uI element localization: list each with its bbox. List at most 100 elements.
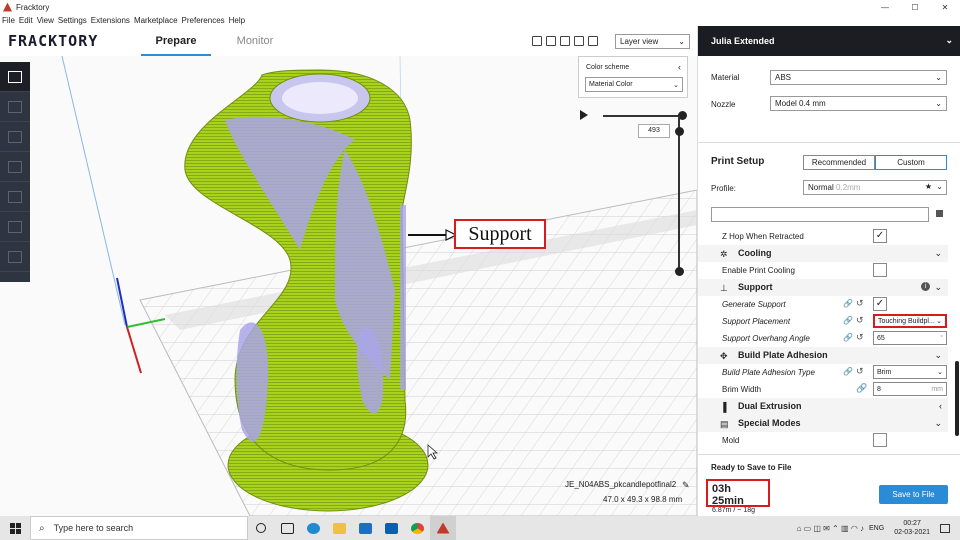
category-adhesion[interactable]: ✥ Build Plate Adhesion ⌄ — [698, 347, 948, 364]
tray-icons[interactable]: ⌂ ▭ ◫ ✉ ⌃ ▥ ◠ ♪ — [797, 524, 864, 533]
open-file-tool[interactable] — [0, 62, 30, 92]
title-bar: Fracktory — ☐ ✕ — [0, 0, 960, 14]
layer-slider[interactable] — [678, 116, 680, 272]
edge-button[interactable] — [300, 516, 326, 540]
overhang-angle-label: Support Overhang Angle — [722, 334, 810, 343]
chevron-down-icon: ⌄ — [945, 35, 953, 45]
settings-menu-icon[interactable] — [936, 210, 943, 217]
reset-icon[interactable]: ↺ — [856, 298, 864, 309]
menu-view[interactable]: View — [37, 16, 54, 25]
dual-extrusion-label: Dual Extrusion — [738, 401, 802, 411]
settings-scrollbar[interactable] — [955, 361, 959, 436]
move-tool[interactable] — [0, 92, 30, 122]
chrome-button[interactable] — [404, 516, 430, 540]
color-scheme-select[interactable]: Material Color ⌄ — [585, 77, 683, 92]
support-blocker-tool[interactable] — [0, 242, 30, 272]
material-label: Material — [711, 73, 740, 82]
recommended-button[interactable]: Recommended — [803, 155, 875, 170]
chevron-down-icon: ⌄ — [934, 282, 942, 292]
tab-prepare[interactable]: Prepare — [141, 35, 211, 56]
nozzle-select[interactable]: Model 0.4 mm ⌄ — [770, 96, 947, 111]
3d-viewport[interactable] — [0, 56, 697, 516]
layer-slider-top-handle[interactable] — [675, 127, 684, 136]
adhesion-type-select[interactable]: Brim ⌄ — [873, 365, 947, 379]
printer-name: Julia Extended — [711, 36, 775, 46]
collapse-chevron-icon[interactable]: ‹ — [678, 62, 681, 72]
generate-support-checkbox[interactable]: ✓ — [873, 297, 887, 311]
cooling-label: Cooling — [738, 248, 772, 258]
menu-file[interactable]: File — [2, 16, 15, 25]
reset-icon[interactable]: ↺ — [856, 315, 864, 326]
profile-select[interactable]: Normal 0.2mm ★ ⌄ — [803, 180, 947, 195]
clock[interactable]: 00:27 02-03-2021 — [894, 519, 930, 537]
category-special-modes[interactable]: ▤ Special Modes ⌄ — [698, 415, 948, 432]
cortana-button[interactable] — [248, 516, 274, 540]
folder-icon — [8, 70, 22, 83]
notification-icon[interactable] — [940, 523, 950, 533]
layer-slider-bottom-handle[interactable] — [675, 267, 684, 276]
reset-icon[interactable]: ↺ — [856, 332, 864, 343]
brim-width-input[interactable]: 8 mm — [873, 382, 947, 396]
dell-button[interactable] — [378, 516, 404, 540]
star-icon[interactable]: ★ — [925, 182, 932, 191]
edit-pencil-icon[interactable]: ✎ — [682, 480, 690, 491]
menu-settings[interactable]: Settings — [58, 16, 87, 25]
menu-help[interactable]: Help — [229, 16, 245, 25]
z-hop-checkbox[interactable]: ✓ — [873, 229, 887, 243]
tab-monitor[interactable]: Monitor — [225, 35, 285, 47]
settings-search-input[interactable] — [711, 207, 929, 222]
scale-tool[interactable] — [0, 122, 30, 152]
material-select[interactable]: ABS ⌄ — [770, 70, 947, 85]
save-to-file-button[interactable]: Save to File — [879, 485, 948, 504]
front-view-icon[interactable] — [546, 36, 556, 46]
menu-preferences[interactable]: Preferences — [182, 16, 225, 25]
move-icon — [8, 100, 22, 113]
color-scheme-panel: Color scheme ‹ Material Color ⌄ — [578, 56, 688, 98]
left-view-icon[interactable] — [574, 36, 584, 46]
top-view-icon[interactable] — [560, 36, 570, 46]
enable-cooling-label: Enable Print Cooling — [722, 266, 795, 275]
language-indicator[interactable]: ENG — [869, 525, 884, 532]
per-model-settings-tool[interactable] — [0, 212, 30, 242]
start-button[interactable] — [0, 516, 30, 540]
menu-extensions[interactable]: Extensions — [91, 16, 130, 25]
category-dual-extrusion[interactable]: ▐ Dual Extrusion ‹ — [698, 398, 948, 415]
task-view-button[interactable] — [274, 516, 300, 540]
play-icon[interactable] — [580, 110, 588, 120]
chevron-down-icon: ⌄ — [937, 369, 943, 376]
view-mode-select[interactable]: Layer view ⌄ — [615, 34, 690, 49]
right-view-icon[interactable] — [588, 36, 598, 46]
category-support[interactable]: ⊥ Support i ⌄ — [698, 279, 948, 296]
reset-icon[interactable]: ↺ — [856, 366, 864, 377]
rotate-tool[interactable] — [0, 152, 30, 182]
per-model-icon — [8, 220, 22, 233]
printer-selector[interactable]: Julia Extended ⌄ — [698, 26, 960, 56]
mold-checkbox[interactable] — [873, 433, 887, 447]
taskbar-search[interactable]: ⌕ Type here to search — [30, 516, 248, 540]
menu-marketplace[interactable]: Marketplace — [134, 16, 178, 25]
setting-z-hop: Z Hop When Retracted ✓ — [698, 228, 948, 245]
info-icon[interactable]: i — [921, 282, 930, 291]
chevron-down-icon: ⌄ — [935, 73, 942, 82]
support-placement-select[interactable]: Touching Buildpl... ⌄ — [873, 314, 947, 328]
fracktory-button[interactable] — [430, 516, 456, 540]
mail-button[interactable] — [352, 516, 378, 540]
category-cooling[interactable]: ✲ Cooling ⌄ — [698, 245, 948, 262]
custom-button[interactable]: Custom — [875, 155, 947, 170]
chevron-down-icon: ⌄ — [936, 182, 943, 191]
menu-edit[interactable]: Edit — [19, 16, 33, 25]
folder-icon — [332, 522, 346, 534]
layer-number-field[interactable]: 493 — [638, 124, 670, 138]
minimize-button[interactable]: — — [870, 0, 900, 14]
3d-view-icon[interactable] — [532, 36, 542, 46]
divider — [698, 142, 960, 143]
maximize-button[interactable]: ☐ — [900, 0, 930, 14]
close-button[interactable]: ✕ — [930, 0, 960, 14]
explorer-button[interactable] — [326, 516, 352, 540]
view-orientation-buttons — [532, 36, 598, 46]
overhang-angle-input[interactable]: 65 ° — [873, 331, 947, 345]
path-slider[interactable] — [603, 115, 681, 117]
enable-cooling-checkbox[interactable] — [873, 263, 887, 277]
mirror-tool[interactable] — [0, 182, 30, 212]
object-dimensions: 47.0 x 49.3 x 98.8 mm — [603, 495, 683, 504]
